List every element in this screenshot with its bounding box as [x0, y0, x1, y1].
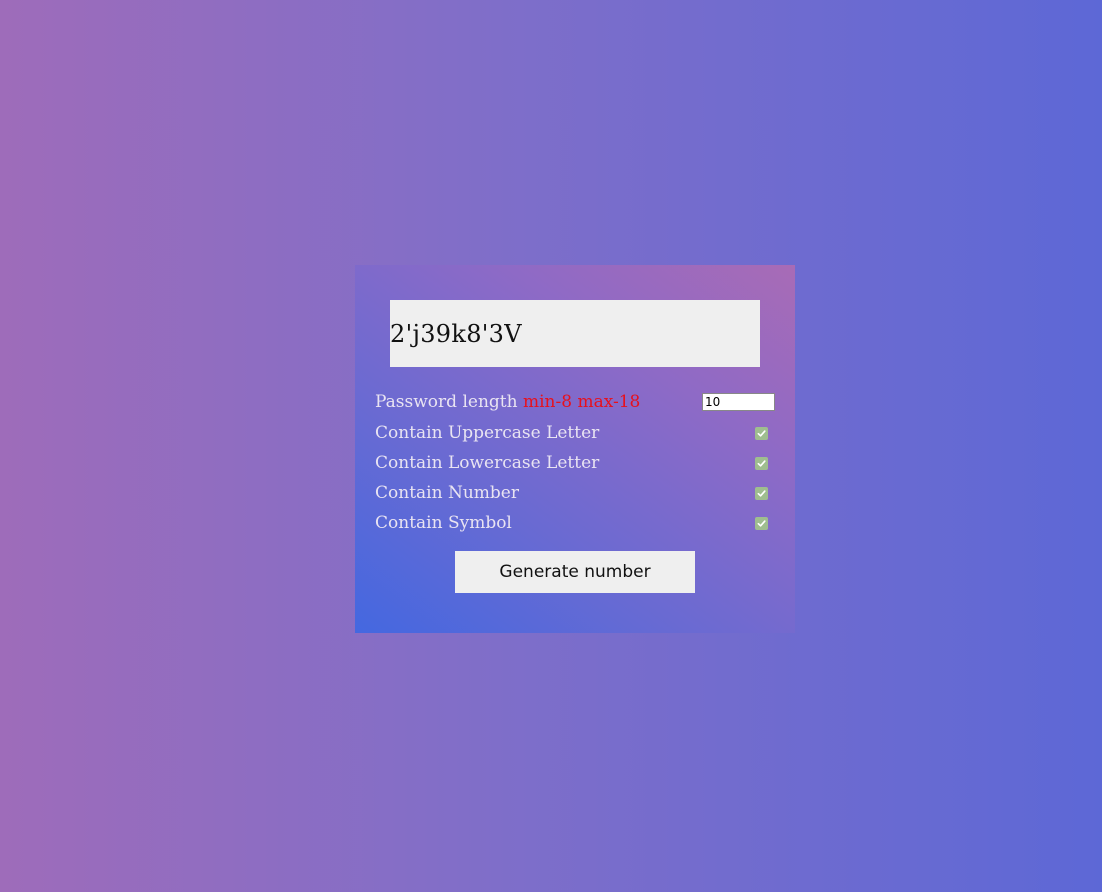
symbol-checkbox[interactable] [755, 516, 768, 530]
length-hint: min-8 max-18 [522, 392, 641, 412]
checkmark-icon [757, 519, 766, 527]
length-label-group: Password length min-8 max-18 [375, 392, 640, 412]
option-row-lowercase: Contain Lowercase Letter [375, 451, 775, 475]
password-display: 2'j39k8'3V [390, 300, 760, 367]
checkmark-icon [757, 459, 766, 467]
length-label: Password length [375, 392, 523, 412]
length-input[interactable] [702, 393, 775, 411]
option-label-symbol: Contain Symbol [375, 513, 512, 533]
number-checkbox[interactable] [755, 486, 768, 500]
option-label-number: Contain Number [375, 483, 519, 503]
password-text: 2'j39k8'3V [390, 319, 522, 348]
checkmark-icon [757, 429, 766, 437]
password-generator-card: 2'j39k8'3V Password length min-8 max-18 … [355, 265, 795, 633]
option-row-symbol: Contain Symbol [375, 511, 775, 535]
option-label-uppercase: Contain Uppercase Letter [375, 423, 600, 443]
length-row: Password length min-8 max-18 [375, 390, 775, 414]
option-label-lowercase: Contain Lowercase Letter [375, 453, 600, 473]
lowercase-checkbox[interactable] [755, 456, 768, 470]
checkmark-icon [757, 489, 766, 497]
uppercase-checkbox[interactable] [755, 426, 768, 440]
generate-button[interactable]: Generate number [455, 551, 695, 593]
option-row-number: Contain Number [375, 481, 775, 505]
option-row-uppercase: Contain Uppercase Letter [375, 421, 775, 445]
